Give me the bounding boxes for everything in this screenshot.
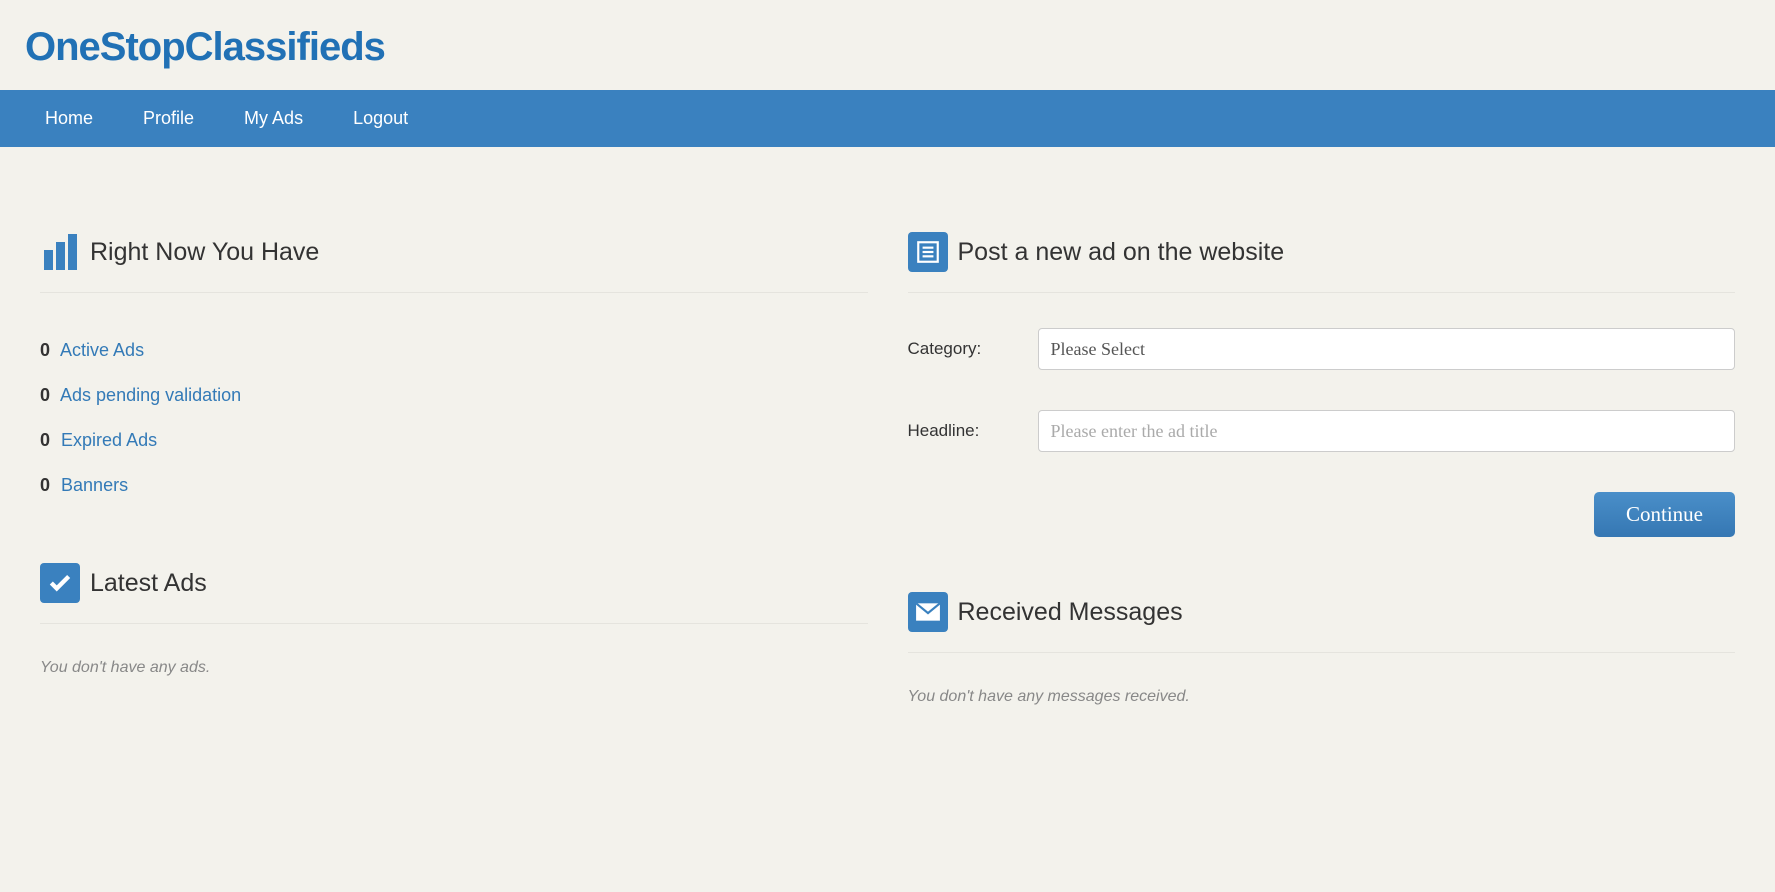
bar-chart-icon: [40, 232, 80, 272]
nav-profile[interactable]: Profile: [118, 90, 219, 147]
nav-home[interactable]: Home: [20, 90, 118, 147]
messages-heading: Received Messages: [958, 598, 1183, 627]
stat-count: 0: [40, 430, 50, 450]
logo-part3: Classifieds: [185, 25, 385, 69]
pending-ads-link[interactable]: Ads pending validation: [60, 385, 241, 405]
stat-row: 0 Ads pending validation: [40, 373, 868, 418]
main-nav: Home Profile My Ads Logout: [0, 90, 1775, 147]
messages-empty: You don't have any messages received.: [908, 688, 1736, 706]
continue-button[interactable]: Continue: [1594, 492, 1735, 537]
active-ads-link[interactable]: Active Ads: [60, 340, 144, 360]
category-select[interactable]: Please Select: [1038, 328, 1736, 370]
stats-section: Right Now You Have 0 Active Ads 0 Ads pe…: [40, 232, 868, 508]
stat-row: 0 Active Ads: [40, 328, 868, 373]
stat-count: 0: [40, 385, 50, 405]
list-icon: [908, 232, 948, 272]
stat-count: 0: [40, 475, 50, 495]
logo-part2: Stop: [100, 25, 185, 69]
stat-count: 0: [40, 340, 50, 360]
envelope-icon: [908, 592, 948, 632]
site-logo[interactable]: OneStopClassifieds: [25, 25, 1750, 70]
messages-section: Received Messages You don't have any mes…: [908, 592, 1736, 706]
nav-logout[interactable]: Logout: [328, 90, 433, 147]
checkmark-icon: [40, 563, 80, 603]
headline-label: Headline:: [908, 421, 1038, 441]
post-ad-section: Post a new ad on the website Category: P…: [908, 232, 1736, 537]
stats-heading: Right Now You Have: [90, 238, 319, 267]
banners-link[interactable]: Banners: [61, 475, 128, 495]
category-label: Category:: [908, 339, 1038, 359]
stat-row: 0 Expired Ads: [40, 418, 868, 463]
nav-my-ads[interactable]: My Ads: [219, 90, 328, 147]
latest-ads-empty: You don't have any ads.: [40, 659, 868, 677]
latest-ads-section: Latest Ads You don't have any ads.: [40, 563, 868, 677]
stat-row: 0 Banners: [40, 463, 868, 508]
logo-part1: One: [25, 25, 100, 69]
headline-input[interactable]: [1038, 410, 1736, 452]
latest-ads-heading: Latest Ads: [90, 569, 207, 598]
post-ad-heading: Post a new ad on the website: [958, 238, 1285, 267]
expired-ads-link[interactable]: Expired Ads: [61, 430, 157, 450]
